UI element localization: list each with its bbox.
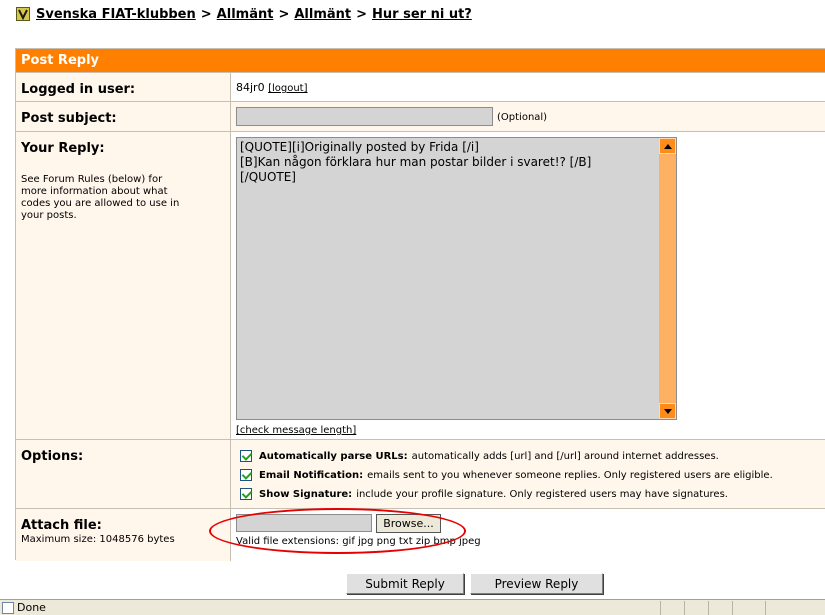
preview-reply-button[interactable]: Preview Reply <box>470 573 603 594</box>
arrow-down-icon <box>663 408 672 414</box>
option-title: Show Signature: <box>259 488 353 500</box>
breadcrumb-link-forum[interactable]: Allmänt <box>294 7 351 22</box>
breadcrumb-separator: > <box>200 6 212 22</box>
option-parse-urls: Automatically parse URLs: automatically … <box>240 450 719 462</box>
valid-extensions-text: Valid file extensions: gif jpg png txt z… <box>236 536 481 547</box>
form-header: Post Reply <box>16 49 825 72</box>
logout-link[interactable]: [logout] <box>268 83 307 94</box>
breadcrumb-separator: > <box>356 6 368 22</box>
submit-reply-button[interactable]: Submit Reply <box>346 573 464 594</box>
status-text: Done <box>17 601 46 614</box>
max-size-text: Maximum size: 1048576 bytes <box>21 534 175 545</box>
reply-line: [/QUOTE] <box>240 170 296 184</box>
optional-hint: (Optional) <box>497 112 548 123</box>
breadcrumb-separator: > <box>278 6 290 22</box>
arrow-up-icon <box>663 143 672 149</box>
email-notification-checkbox[interactable] <box>240 469 252 481</box>
option-title: Email Notification: <box>259 469 364 481</box>
page-icon <box>2 601 14 614</box>
option-desc: include your profile signature. Only reg… <box>356 488 728 500</box>
option-email-notification: Email Notification: emails sent to you w… <box>240 469 773 481</box>
post-reply-form: Post Reply Logged in user: 84jr0 [logout… <box>15 48 825 561</box>
reply-scrollbar[interactable] <box>659 138 676 419</box>
breadcrumb-link-topic[interactable]: Hur ser ni ut? <box>372 7 472 22</box>
breadcrumb-link-club[interactable]: Svenska FIAT-klubben <box>36 7 196 22</box>
option-show-signature: Show Signature: include your profile sig… <box>240 488 728 500</box>
reply-line: [QUOTE][i]Originally posted by Frida [/i… <box>240 140 479 154</box>
reply-line: [B]Kan någon förklara hur man postar bil… <box>240 155 592 169</box>
scroll-up-button[interactable] <box>659 138 676 154</box>
option-desc: emails sent to you whenever someone repl… <box>367 469 773 481</box>
forum-logo-icon <box>16 7 30 21</box>
logged-in-label: Logged in user: <box>21 82 136 97</box>
attach-row: Attach file: Maximum size: 1048576 bytes… <box>16 508 825 561</box>
subject-label: Post subject: <box>21 111 117 126</box>
check-length-link[interactable]: [check message length] <box>236 425 356 436</box>
status-bar: Done <box>0 599 825 615</box>
reply-help-text: See Forum Rules (below) for more informa… <box>21 174 180 221</box>
show-signature-checkbox[interactable] <box>240 488 252 500</box>
reply-row: Your Reply: See Forum Rules (below) for … <box>16 131 825 439</box>
options-label: Options: <box>21 449 84 464</box>
reply-label: Your Reply: <box>21 141 105 156</box>
file-path-input[interactable] <box>236 514 372 532</box>
option-title: Automatically parse URLs: <box>259 450 408 462</box>
browse-button[interactable]: Browse... <box>376 514 441 533</box>
parse-urls-checkbox[interactable] <box>240 450 252 462</box>
scroll-down-button[interactable] <box>659 403 676 419</box>
subject-row: Post subject: (Optional) <box>16 101 825 131</box>
subject-input[interactable] <box>236 107 493 126</box>
attach-label: Attach file: <box>21 518 102 533</box>
option-desc: automatically adds [url] and [/url] arou… <box>411 450 719 462</box>
logged-in-row: Logged in user: 84jr0 [logout] <box>16 72 825 101</box>
reply-textarea[interactable]: [QUOTE][i]Originally posted by Frida [/i… <box>236 137 677 420</box>
breadcrumb-link-category[interactable]: Allmänt <box>217 7 274 22</box>
breadcrumb: Svenska FIAT-klubben > Allmänt > Allmänt… <box>16 5 472 23</box>
username: 84jr0 <box>236 81 265 94</box>
options-row: Options: Automatically parse URLs: autom… <box>16 439 825 508</box>
